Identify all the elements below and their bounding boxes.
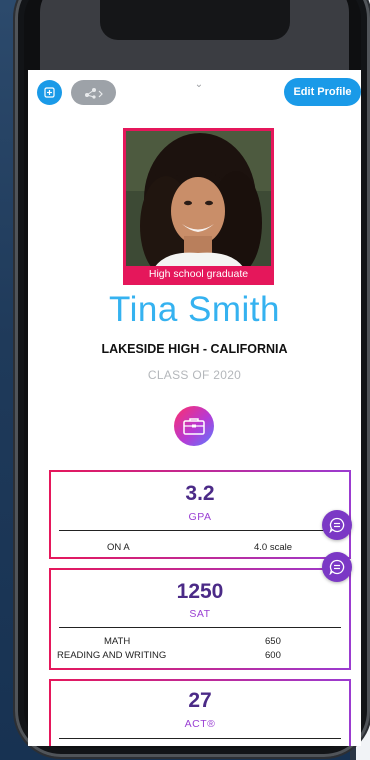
stat-row-value: 650 (265, 636, 281, 647)
profile-photo: High school graduate (123, 128, 274, 285)
divider (59, 530, 341, 531)
chevron-down-icon[interactable]: ⌄ (192, 79, 206, 90)
share-button[interactable] (71, 80, 116, 105)
stat-row-value: 600 (265, 650, 281, 661)
sat-card: 1250 SAT MATH 650 READING AND WRITING 60… (49, 568, 351, 670)
school-name: LAKESIDE HIGH - CALIFORNIA (101, 342, 288, 356)
stat-row-value: 4.0 scale (254, 542, 293, 553)
profile-screen: Edit Profile High school graduate Tina S… (28, 70, 361, 746)
share-icon (84, 87, 103, 99)
add-button[interactable] (37, 80, 62, 105)
chat-button[interactable] (322, 510, 352, 540)
sat-value: 1250 (176, 580, 224, 603)
phone-notch (99, 0, 290, 40)
status-bar-area (40, 0, 349, 70)
chat-button[interactable] (322, 552, 352, 582)
act-value: 27 (188, 689, 212, 712)
top-bar: Edit Profile (28, 70, 361, 114)
divider (59, 738, 341, 739)
portrait-image (126, 131, 271, 282)
gpa-value: 3.2 (185, 482, 215, 505)
graduation-class: CLASS OF 2020 (147, 368, 242, 382)
act-card: 27 ACT® (49, 679, 351, 746)
sat-label: SAT (189, 608, 211, 620)
chat-icon (329, 559, 345, 575)
gpa-card: 3.2 GPA ON A 4.0 scale (49, 470, 351, 559)
add-icon (44, 87, 55, 98)
stat-row-key: ON A (107, 542, 130, 553)
act-label: ACT® (184, 718, 216, 730)
photo-caption: High school graduate (126, 266, 271, 282)
stat-row-key: MATH (104, 636, 131, 647)
gpa-label: GPA (188, 511, 212, 523)
stat-row-key: READING AND WRITING (57, 650, 167, 661)
chat-icon (329, 517, 345, 533)
student-name: Tina Smith (109, 290, 280, 329)
briefcase-icon (183, 418, 205, 435)
divider (59, 627, 341, 628)
edit-profile-button[interactable]: Edit Profile (284, 78, 361, 106)
portfolio-button[interactable] (174, 406, 214, 446)
